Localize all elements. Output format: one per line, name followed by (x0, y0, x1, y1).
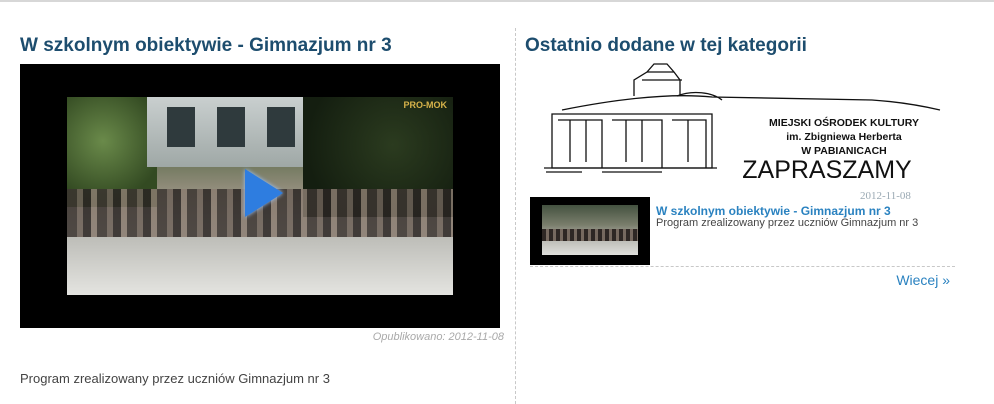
more-link[interactable]: Wiecej » (896, 272, 950, 288)
video-description: Program zrealizowany przez uczniów Gimna… (20, 371, 330, 386)
video-watermark-logo: PRO-MOK (403, 100, 448, 110)
video-title: W szkolnym obiektywie - Gimnazjum nr 3 (20, 35, 392, 56)
recent-title: Ostatnio dodane w tej kategorii (525, 35, 807, 56)
recent-section: Ostatnio dodane w tej kategorii MIEJSKI … (525, 0, 965, 404)
banner-line2: im. Zbigniewa Herberta (786, 131, 902, 143)
banner-line4: ZAPRASZAMY (742, 156, 912, 184)
item-description: Program zrealizowany przez uczniów Gimna… (656, 217, 919, 229)
video-frame[interactable]: PRO-MOK (67, 97, 453, 295)
video-scene-window (217, 107, 245, 147)
video-section: W szkolnym obiektywie - Gimnazjum nr 3 P… (20, 0, 510, 404)
item-title-link[interactable]: W szkolnym obiektywie - Gimnazjum nr 3 (656, 204, 891, 218)
published-date: Opublikowano: 2012-11-08 (372, 331, 504, 343)
column-divider (515, 28, 516, 404)
list-item[interactable]: W szkolnym obiektywie - Gimnazjum nr 3 P… (530, 197, 950, 265)
item-thumbnail[interactable] (530, 197, 650, 265)
thumbnail-image (542, 205, 638, 255)
play-icon[interactable] (245, 169, 283, 217)
video-scene-window (267, 107, 295, 147)
thumbnail-crowd (542, 229, 638, 241)
banner-line1: MIEJSKI OŚRODEK KULTURY (769, 116, 919, 129)
item-divider (530, 266, 955, 267)
event-banner[interactable]: MIEJSKI OŚRODEK KULTURY im. Zbigniewa He… (542, 62, 944, 192)
video-player[interactable]: PRO-MOK (20, 64, 500, 328)
video-scene-ground (67, 237, 453, 295)
video-scene-window (167, 107, 195, 147)
video-scene-building (147, 97, 327, 167)
